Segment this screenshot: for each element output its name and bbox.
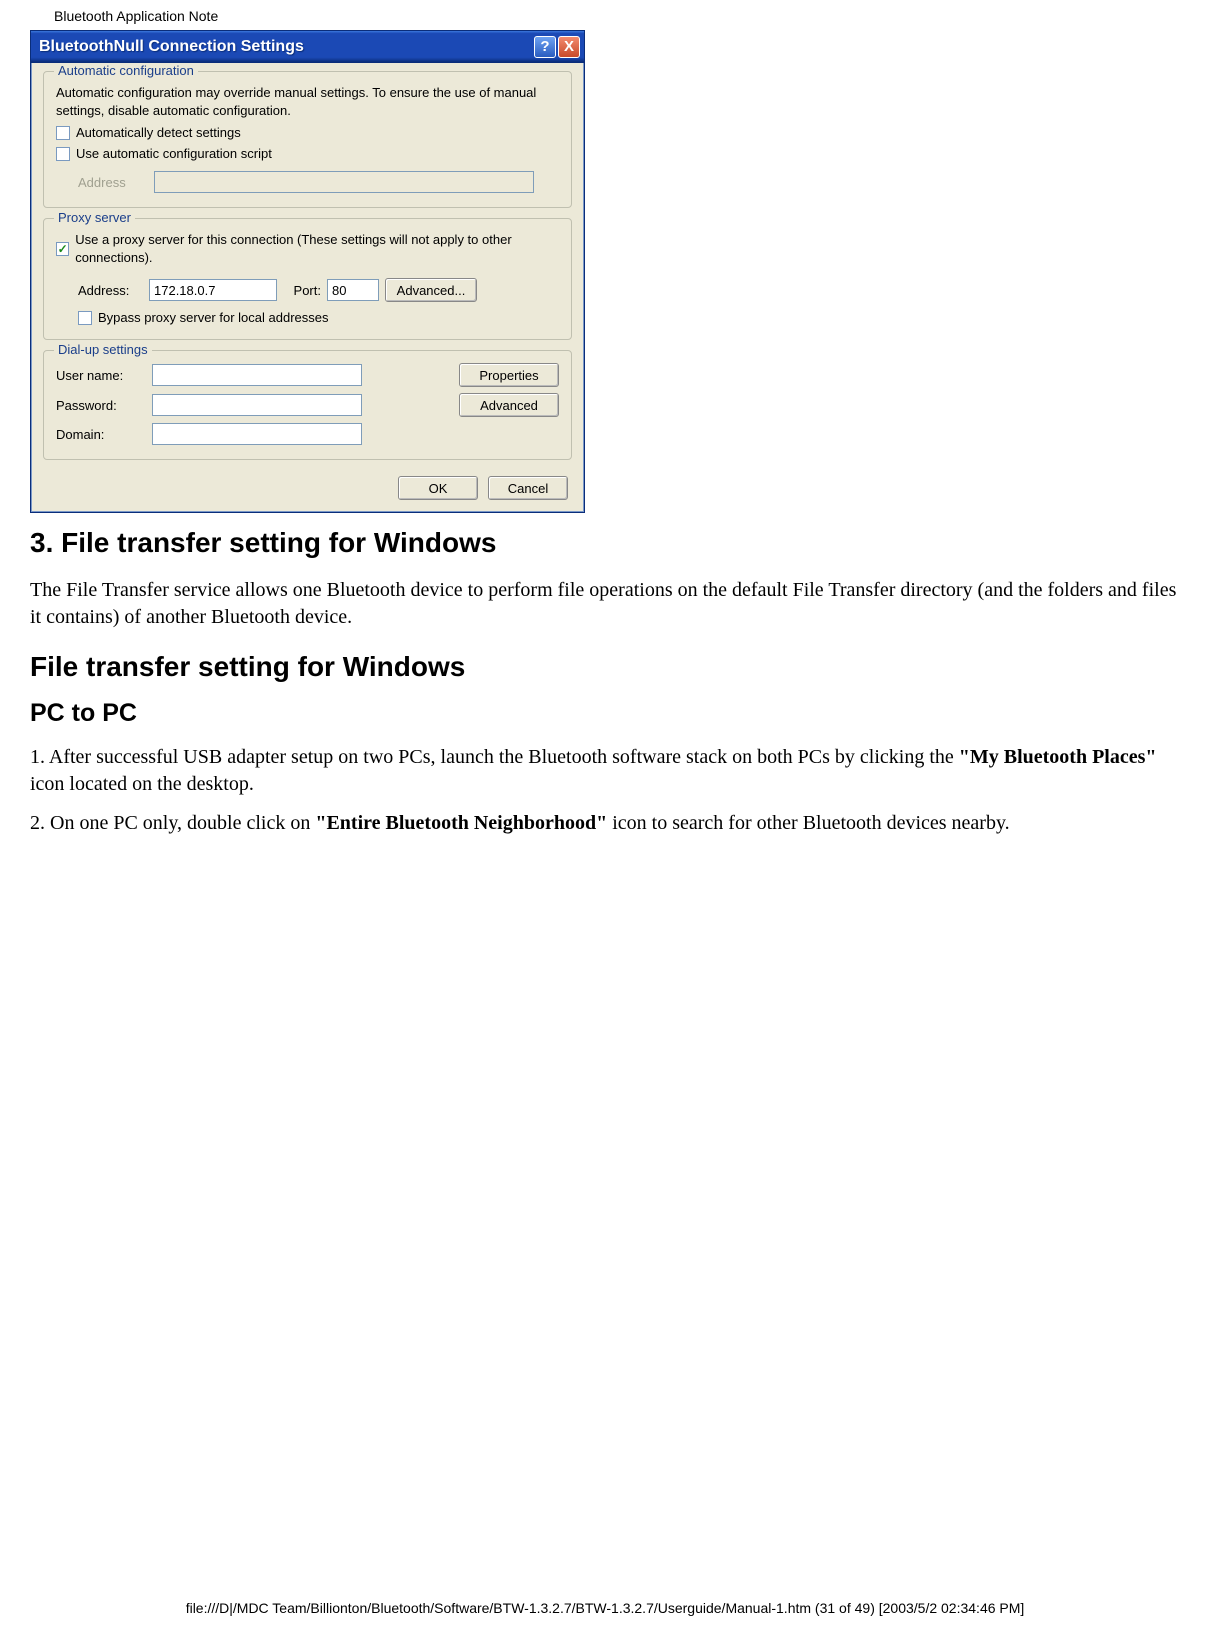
titlebar: BluetoothNull Connection Settings ? X (31, 31, 584, 63)
close-button[interactable]: X (558, 36, 580, 58)
label-password: Password: (56, 398, 146, 413)
label-use-proxy: Use a proxy server for this connection (… (75, 231, 559, 266)
close-icon: X (564, 38, 574, 55)
para-step1: 1. After successful USB adapter setup on… (30, 744, 1190, 798)
checkbox-auto-script[interactable] (56, 147, 70, 161)
window-title: BluetoothNull Connection Settings (39, 38, 534, 56)
para-step2: 2. On one PC only, double click on "Enti… (30, 810, 1190, 837)
label-address-disabled: Address (78, 175, 148, 190)
heading-pc-to-pc: PC to PC (30, 699, 1190, 728)
label-domain: Domain: (56, 427, 146, 442)
cancel-button[interactable]: Cancel (488, 476, 568, 500)
group-legend: Automatic configuration (54, 63, 198, 78)
checkbox-auto-detect[interactable] (56, 126, 70, 140)
ok-button[interactable]: OK (398, 476, 478, 500)
heading-file-transfer: File transfer setting for Windows (30, 651, 1190, 683)
label-proxy-port: Port: (283, 283, 321, 298)
input-domain[interactable] (152, 423, 362, 445)
input-proxy-address[interactable] (149, 279, 277, 301)
label-auto-script: Use automatic configuration script (76, 146, 272, 161)
input-password[interactable] (152, 394, 362, 416)
group-proxy: Proxy server ✓ Use a proxy server for th… (43, 218, 572, 340)
page-header: Bluetooth Application Note (30, 0, 1190, 30)
help-button[interactable]: ? (534, 36, 556, 58)
properties-button[interactable]: Properties (459, 363, 559, 387)
heading-section-3: 3. File transfer setting for Windows (30, 527, 1190, 559)
label-auto-detect: Automatically detect settings (76, 125, 241, 140)
label-bypass-local: Bypass proxy server for local addresses (98, 310, 328, 325)
checkbox-bypass-local[interactable] (78, 311, 92, 325)
para-intro: The File Transfer service allows one Blu… (30, 577, 1190, 631)
group-automatic-config: Automatic configuration Automatic config… (43, 71, 572, 208)
group-legend: Dial-up settings (54, 342, 152, 357)
input-proxy-port[interactable] (327, 279, 379, 301)
input-username[interactable] (152, 364, 362, 386)
group-dialup: Dial-up settings User name: Properties P… (43, 350, 572, 460)
label-username: User name: (56, 368, 146, 383)
dialog-connection-settings: BluetoothNull Connection Settings ? X Au… (30, 30, 585, 513)
group-legend: Proxy server (54, 210, 135, 225)
footer-path: file:///D|/MDC Team/Billionton/Bluetooth… (0, 1600, 1210, 1616)
checkbox-use-proxy[interactable]: ✓ (56, 242, 69, 256)
input-script-address (154, 171, 534, 193)
label-proxy-address: Address: (78, 283, 143, 298)
help-icon: ? (540, 38, 549, 55)
advanced-proxy-button[interactable]: Advanced... (385, 278, 477, 302)
auto-desc: Automatic configuration may override man… (56, 84, 559, 119)
advanced-dialup-button[interactable]: Advanced (459, 393, 559, 417)
